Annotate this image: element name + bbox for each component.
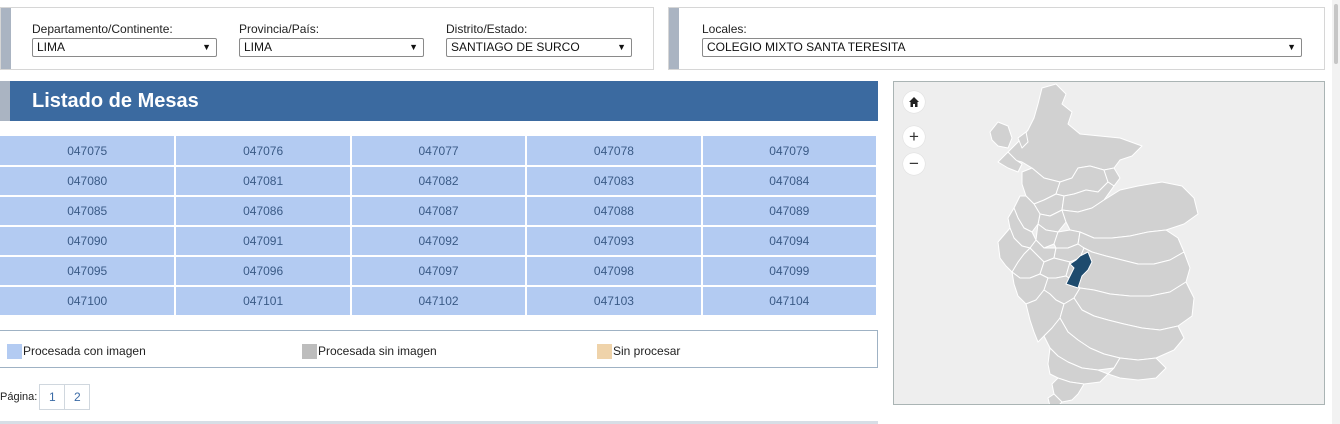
chevron-down-icon: ▼ xyxy=(409,42,418,52)
district-map[interactable]: + − xyxy=(893,81,1325,405)
mesa-cell[interactable]: 047088 xyxy=(525,196,703,227)
legend-swatch xyxy=(7,343,22,359)
mesa-cell[interactable]: 047086 xyxy=(174,196,352,227)
page-title: Listado de Mesas xyxy=(32,90,199,112)
pagination: Página: 1 2 xyxy=(0,384,91,410)
mesa-cell[interactable]: 047087 xyxy=(349,196,528,227)
mesa-cell[interactable]: 047084 xyxy=(700,166,879,197)
table-row: 047075 047076 047077 047078 047079 xyxy=(0,136,879,167)
distrito-value: SANTIAGO DE SURCO xyxy=(451,40,580,54)
chevron-down-icon: ▼ xyxy=(617,42,626,52)
legend-item-con-imagen: Procesada con imagen xyxy=(7,343,146,359)
page-button-1[interactable]: 1 xyxy=(39,384,66,410)
mesa-cell[interactable]: 047089 xyxy=(700,196,879,227)
zoom-out-button[interactable]: − xyxy=(903,153,925,175)
locales-value: COLEGIO MIXTO SANTA TERESITA xyxy=(707,40,906,54)
table-row: 047095 047096 047097 047098 047099 xyxy=(0,256,879,287)
mesa-cell[interactable]: 047094 xyxy=(700,226,879,257)
mesa-cell[interactable]: 047076 xyxy=(174,136,352,167)
mesa-cell[interactable]: 047082 xyxy=(349,166,528,197)
scrollbar-thumb[interactable] xyxy=(1334,4,1338,64)
provincia-label: Provincia/País: xyxy=(239,22,320,36)
table-row: 047085 047086 047087 047088 047089 xyxy=(0,196,879,227)
mesa-cell[interactable]: 047077 xyxy=(349,136,528,167)
mesa-cell[interactable]: 047101 xyxy=(174,286,352,317)
provincia-select[interactable]: LIMA ▼ xyxy=(239,38,424,57)
map-region xyxy=(1007,83,1143,183)
panel-accent-bar xyxy=(1,8,11,69)
mesa-cell[interactable]: 047093 xyxy=(525,226,703,257)
provincia-value: LIMA xyxy=(244,40,273,54)
departamento-field: Departamento/Continente: LIMA ▼ xyxy=(32,22,217,57)
mesa-cell[interactable]: 047090 xyxy=(0,226,177,257)
mesa-cell[interactable]: 047097 xyxy=(349,256,528,287)
mesa-cell[interactable]: 047075 xyxy=(0,136,177,167)
map-canvas[interactable] xyxy=(894,82,1325,405)
locales-label: Locales: xyxy=(702,22,747,36)
mesa-cell[interactable]: 047091 xyxy=(174,226,352,257)
mesa-cell[interactable]: 047083 xyxy=(525,166,703,197)
mesa-cell[interactable]: 047092 xyxy=(349,226,528,257)
mesa-cell[interactable]: 047104 xyxy=(700,286,879,317)
zoom-in-button[interactable]: + xyxy=(903,126,925,148)
table-row: 047080 047081 047082 047083 047084 xyxy=(0,166,879,197)
header-accent-bar xyxy=(0,81,10,121)
table-row: 047100 047101 047102 047103 047104 xyxy=(0,286,879,317)
departamento-value: LIMA xyxy=(37,40,66,54)
departamento-select[interactable]: LIMA ▼ xyxy=(32,38,217,57)
distrito-select[interactable]: SANTIAGO DE SURCO ▼ xyxy=(446,38,632,57)
page-button-2[interactable]: 2 xyxy=(64,384,91,410)
distrito-label: Distrito/Estado: xyxy=(446,22,528,36)
table-row: 047090 047091 047092 047093 047094 xyxy=(0,226,879,257)
mesa-cell[interactable]: 047085 xyxy=(0,196,177,227)
home-icon[interactable] xyxy=(903,91,925,113)
pagination-label: Página: xyxy=(0,391,38,403)
mesa-cell[interactable]: 047079 xyxy=(700,136,879,167)
legend-label: Sin procesar xyxy=(613,344,681,358)
map-region xyxy=(989,121,1013,149)
location-filter-panel: Departamento/Continente: LIMA ▼ Provinci… xyxy=(0,7,654,70)
chevron-down-icon: ▼ xyxy=(1287,42,1296,52)
mesa-cell[interactable]: 047099 xyxy=(700,256,879,287)
legend-label: Procesada con imagen xyxy=(23,344,146,358)
page-scrollbar[interactable] xyxy=(1332,0,1340,424)
legend-label: Procesada sin imagen xyxy=(318,344,437,358)
mesas-table: 047075 047076 047077 047078 047079 047080 0470… xyxy=(0,136,879,317)
legend-swatch xyxy=(597,343,612,359)
mesa-cell[interactable]: 047100 xyxy=(0,286,177,317)
mesa-cell[interactable]: 047078 xyxy=(525,136,703,167)
locales-select[interactable]: COLEGIO MIXTO SANTA TERESITA ▼ xyxy=(702,38,1302,57)
status-legend: Procesada con imagen Procesada sin image… xyxy=(0,330,878,368)
distrito-field: Distrito/Estado: SANTIAGO DE SURCO ▼ xyxy=(446,22,632,57)
mesa-cell[interactable]: 047098 xyxy=(525,256,703,287)
panel-accent-bar xyxy=(669,8,679,69)
mesa-cell[interactable]: 047103 xyxy=(525,286,703,317)
locales-filter-panel: Locales: COLEGIO MIXTO SANTA TERESITA ▼ xyxy=(668,7,1325,70)
mesa-cell[interactable]: 047095 xyxy=(0,256,177,287)
mesa-cell[interactable]: 047081 xyxy=(174,166,352,197)
mesas-header: Listado de Mesas xyxy=(0,81,878,121)
provincia-field: Provincia/País: LIMA ▼ xyxy=(239,22,424,57)
legend-swatch xyxy=(302,343,317,359)
legend-item-sin-imagen: Procesada sin imagen xyxy=(302,343,437,359)
legend-item-sin-procesar: Sin procesar xyxy=(597,343,680,359)
locales-field: Locales: COLEGIO MIXTO SANTA TERESITA ▼ xyxy=(702,22,1302,57)
mesa-cell[interactable]: 047080 xyxy=(0,166,177,197)
mesa-cell[interactable]: 047102 xyxy=(349,286,528,317)
departamento-label: Departamento/Continente: xyxy=(32,22,173,36)
chevron-down-icon: ▼ xyxy=(202,42,211,52)
mesa-cell[interactable]: 047096 xyxy=(174,256,352,287)
